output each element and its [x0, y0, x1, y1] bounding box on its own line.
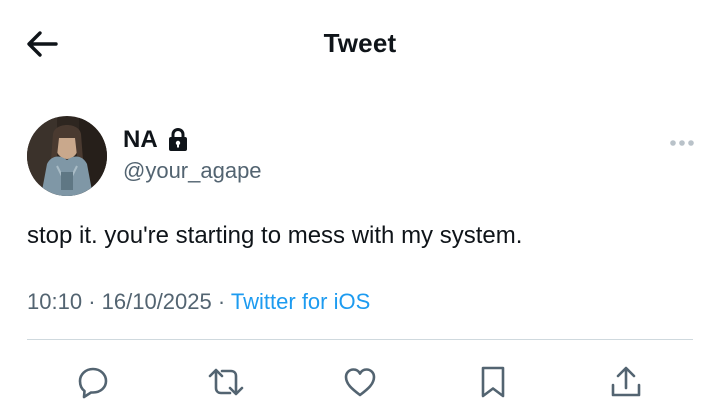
- avatar[interactable]: [27, 116, 107, 196]
- reply-button[interactable]: [73, 362, 113, 402]
- author-info: NA @your_agape: [123, 124, 262, 184]
- tweet-source-link[interactable]: Twitter for iOS: [231, 289, 370, 314]
- retweet-icon: [208, 368, 244, 396]
- more-dots-icon: [670, 140, 694, 146]
- tweet-meta: 10:10 · 16/10/2025 · Twitter for iOS: [27, 288, 370, 316]
- like-button[interactable]: [340, 362, 380, 402]
- bookmark-button[interactable]: [473, 362, 513, 402]
- tweet-time[interactable]: 10:10: [27, 289, 82, 314]
- reply-icon: [78, 367, 108, 399]
- more-options-button[interactable]: [666, 134, 698, 152]
- user-handle[interactable]: @your_agape: [123, 158, 262, 184]
- share-button[interactable]: [606, 362, 646, 402]
- page-title: Tweet: [323, 28, 397, 58]
- share-icon: [611, 366, 641, 397]
- tweet-date[interactable]: 16/10/2025: [102, 289, 212, 314]
- display-name[interactable]: NA: [123, 126, 158, 154]
- divider: [27, 339, 693, 340]
- retweet-button[interactable]: [206, 362, 246, 402]
- display-name-row: NA: [123, 124, 262, 156]
- avatar-photo: [27, 116, 107, 196]
- bookmark-icon: [481, 366, 505, 398]
- heart-icon: [344, 368, 376, 397]
- meta-separator: ·: [88, 289, 96, 314]
- meta-separator: ·: [217, 289, 226, 314]
- top-bar: Tweet: [0, 0, 720, 88]
- lock-icon: [167, 127, 189, 153]
- tweet-text: stop it. you're starting to mess with my…: [27, 222, 523, 249]
